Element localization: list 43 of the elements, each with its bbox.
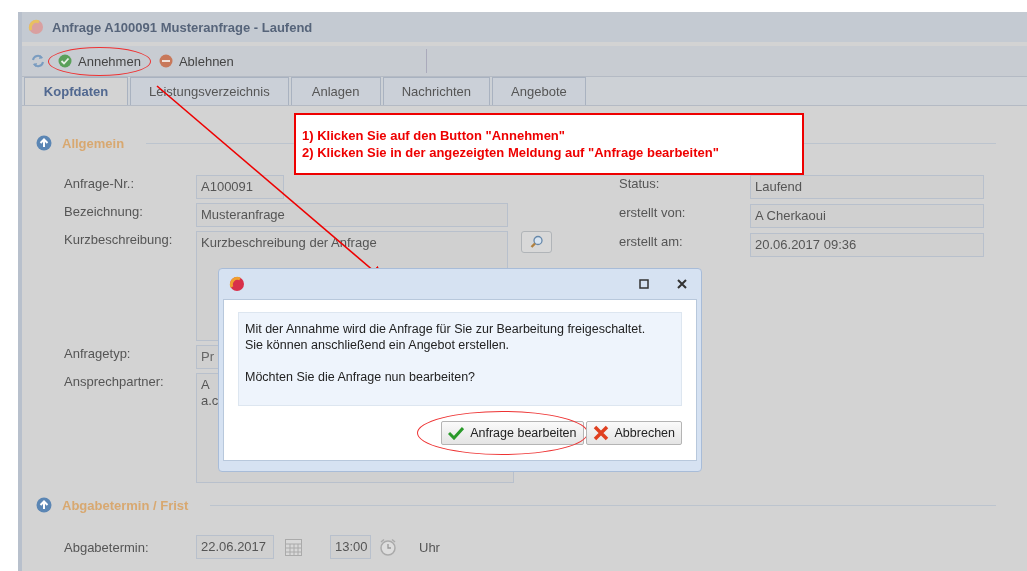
input-field[interactable]: A Cherkaoui [750,204,984,228]
tab[interactable]: Nachrichten [382,77,491,105]
collapse-icon[interactable] [36,135,52,151]
accept-button[interactable]: Annehmen [52,51,147,71]
field-label: Abgabetermin: [64,539,150,555]
field-label: erstellt am: [619,233,684,249]
collapse-icon[interactable] [36,497,52,513]
field-label: Kurzbeschreibung: [64,231,174,247]
instruction-text: 2) Klicken Sie in der angezeigten Meldung auf "Anfrage bearbeiten" [302,144,720,161]
instruction-text: 1) Klicken Sie auf den Button "Annehmen" [302,127,566,144]
window-title: Anfrage A100091 Musteranfrage - Laufend [52,19,313,35]
confirm-button[interactable]: Anfrage bearbeiten [441,421,584,445]
check-circle-icon [58,54,72,68]
section-title: Abgabetermin / Frist [62,497,189,513]
field-label: Bezeichnung: [64,203,144,219]
field-label: Ansprechpartner: [64,373,165,389]
date-field[interactable]: 22.06.2017 [196,535,274,559]
minus-circle-icon [158,54,173,68]
input-field[interactable]: Laufend [750,175,984,199]
input-field[interactable]: 20.06.2017 09:36 [750,233,984,257]
close-icon [677,279,687,289]
dialog-message: Mit der Annahme wird die Anfrage für Sie zur Bearbeitung freigeschaltet. Sie können anschließend ein Angebot erstellen. Möchten Sie die Anfrage nun bearbeiten? [238,312,682,406]
reject-button[interactable]: Ablehnen [152,51,240,71]
tab[interactable]: Anlagen [290,77,381,105]
field-label: Anfrage-Nr.: [64,175,136,191]
app-logo-icon [28,19,44,35]
search-button[interactable] [521,231,552,253]
tab[interactable]: Kopfdaten [24,77,128,105]
field-label: erstellt von: [619,204,687,220]
time-field[interactable]: 13:00 [330,535,371,559]
search-icon [529,235,544,249]
input-field[interactable]: A100091 [196,175,284,199]
input-field[interactable]: Musteranfrage [196,203,508,227]
field-label: Status: [619,175,661,191]
cancel-button[interactable]: Abbrechen [585,421,682,445]
checkmark-icon [448,426,465,440]
maximize-icon [639,279,649,289]
unit-label: Uhr [419,539,440,555]
cross-icon [592,425,609,441]
app-logo-icon [229,276,245,292]
section-title: Allgemein [62,135,125,151]
tab[interactable]: Angebote [492,77,586,105]
field-label: Anfragetyp: [64,345,132,361]
